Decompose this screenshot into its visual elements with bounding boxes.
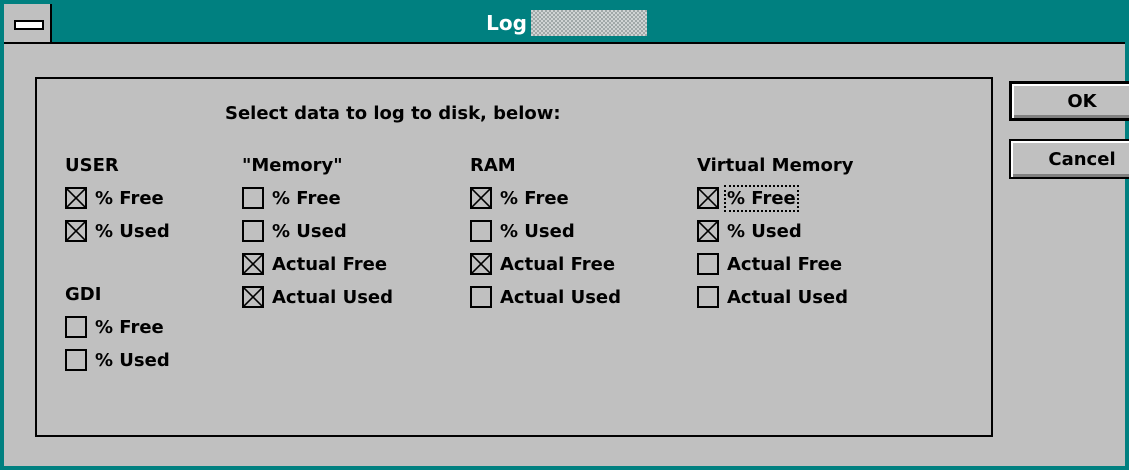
instructions-label: Select data to log to disk, below: [225, 103, 561, 124]
checkbox-label: % Free [724, 184, 799, 212]
title-dither-pattern [530, 10, 647, 36]
checkbox-label: % Used [272, 220, 347, 242]
checkbox-ram-actual-used[interactable]: Actual Used [470, 282, 621, 312]
checkbox-virtual-memory-actual-free[interactable]: Actual Free [697, 249, 842, 279]
check-x-icon [244, 288, 262, 306]
memory-heading: "Memory" [242, 155, 343, 176]
user-heading: USER [65, 155, 119, 176]
checkbox-label: Actual Free [272, 253, 388, 275]
check-x-icon [699, 222, 717, 240]
checkbox-memory-actual-free[interactable]: Actual Free [242, 249, 387, 279]
log-options-group: Select data to log to disk, below: USER … [35, 77, 993, 437]
checkbox-label: Actual Used [272, 286, 394, 308]
check-x-icon [472, 255, 490, 273]
checkbox-ram-pct-free[interactable]: % Free [470, 183, 569, 213]
ok-button[interactable]: OK [1009, 81, 1129, 121]
checkbox-checked-icon[interactable] [697, 220, 719, 242]
window-title: Log [486, 11, 527, 35]
checkbox-gdi-pct-used[interactable]: % Used [65, 345, 170, 375]
checkbox-label: % Free [500, 187, 569, 209]
virtual-memory-heading: Virtual Memory [697, 155, 854, 176]
checkbox-checked-icon[interactable] [697, 187, 719, 209]
checkbox-label: Actual Used [727, 286, 849, 308]
checkbox-memory-pct-free[interactable]: % Free [242, 183, 341, 213]
cancel-button[interactable]: Cancel [1009, 139, 1129, 179]
checkbox-checked-icon[interactable] [470, 187, 492, 209]
checkbox-label: % Used [95, 220, 170, 242]
ram-heading: RAM [470, 155, 516, 176]
checkbox-virtual-memory-actual-used[interactable]: Actual Used [697, 282, 848, 312]
checkbox-unchecked-icon[interactable] [65, 349, 87, 371]
checkbox-unchecked-icon[interactable] [697, 286, 719, 308]
check-x-icon [67, 222, 85, 240]
checkbox-memory-pct-used[interactable]: % Used [242, 216, 347, 246]
log-dialog-window: Log Select data to log to disk, below: U… [0, 0, 1129, 470]
checkbox-virtual-memory-pct-used[interactable]: % Used [697, 216, 802, 246]
checkbox-checked-icon[interactable] [242, 253, 264, 275]
checkbox-label: Actual Free [727, 253, 843, 275]
checkbox-ram-pct-used[interactable]: % Used [470, 216, 575, 246]
gdi-heading: GDI [65, 284, 102, 305]
checkbox-unchecked-icon[interactable] [697, 253, 719, 275]
checkbox-unchecked-icon[interactable] [242, 220, 264, 242]
checkbox-checked-icon[interactable] [65, 220, 87, 242]
dialog-body: Log Select data to log to disk, below: U… [4, 4, 1129, 466]
checkbox-label: % Free [95, 187, 164, 209]
checkbox-user-pct-free[interactable]: % Free [65, 183, 164, 213]
checkbox-label: % Free [95, 316, 164, 338]
checkbox-checked-icon[interactable] [65, 187, 87, 209]
title-wrap: Log [4, 4, 1125, 42]
checkbox-unchecked-icon[interactable] [470, 220, 492, 242]
checkbox-unchecked-icon[interactable] [65, 316, 87, 338]
title-bar[interactable]: Log [4, 4, 1125, 44]
checkbox-label: % Used [95, 349, 170, 371]
checkbox-checked-icon[interactable] [242, 286, 264, 308]
check-x-icon [67, 189, 85, 207]
checkbox-unchecked-icon[interactable] [470, 286, 492, 308]
check-x-icon [244, 255, 262, 273]
checkbox-user-pct-used[interactable]: % Used [65, 216, 170, 246]
check-x-icon [699, 189, 717, 207]
checkbox-memory-actual-used[interactable]: Actual Used [242, 282, 393, 312]
checkbox-label: % Used [727, 220, 802, 242]
checkbox-label: % Free [272, 187, 341, 209]
checkbox-unchecked-icon[interactable] [242, 187, 264, 209]
checkbox-ram-actual-free[interactable]: Actual Free [470, 249, 615, 279]
checkbox-checked-icon[interactable] [470, 253, 492, 275]
checkbox-label: Actual Used [500, 286, 622, 308]
checkbox-gdi-pct-free[interactable]: % Free [65, 312, 164, 342]
check-x-icon [472, 189, 490, 207]
checkbox-label: % Used [500, 220, 575, 242]
checkbox-label: Actual Free [500, 253, 616, 275]
checkbox-virtual-memory-pct-free[interactable]: % Free [697, 183, 799, 213]
